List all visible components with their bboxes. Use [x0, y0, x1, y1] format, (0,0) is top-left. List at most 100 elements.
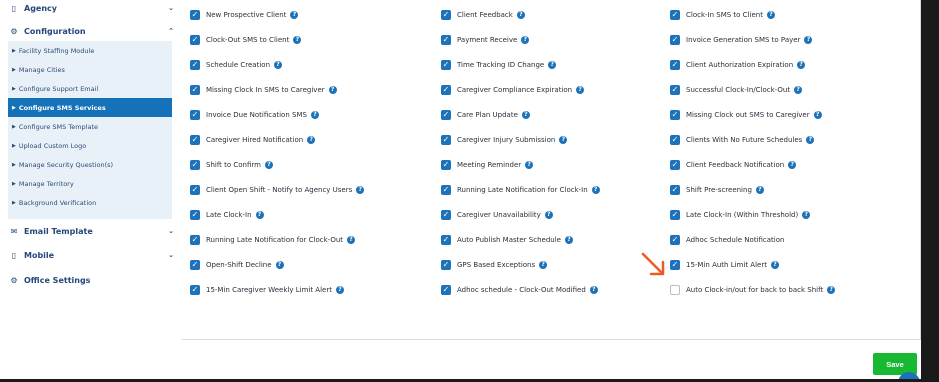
sms-option-col3-2[interactable]: ✓ Client Authorization Expiration?	[670, 60, 806, 70]
checkbox[interactable]: ✓	[441, 10, 451, 20]
checkbox[interactable]: ✓	[190, 210, 200, 220]
sms-option-col2-7[interactable]: ✓ Running Late Notification for Clock-In?	[441, 185, 600, 195]
checkbox[interactable]: ✓	[190, 10, 200, 20]
help-icon[interactable]: ?	[770, 261, 779, 269]
sms-option-col2-6[interactable]: ✓ Meeting Reminder?	[441, 160, 534, 170]
sms-option-col1-6[interactable]: ✓ Shift to Confirm?	[190, 160, 273, 170]
sms-option-col3-10[interactable]: ✓ 15-Min Auth Limit Alert?	[670, 260, 779, 270]
sms-option-col1-1[interactable]: ✓ Clock-Out SMS to Client?	[190, 35, 302, 45]
help-icon[interactable]: ?	[274, 61, 283, 69]
checkbox[interactable]: ✓	[190, 85, 200, 95]
checkbox[interactable]: ✓	[441, 85, 451, 95]
help-icon[interactable]: ?	[310, 111, 319, 119]
sms-option-col3-4[interactable]: ✓ Missing Clock out SMS to Caregiver?	[670, 110, 822, 120]
checkbox[interactable]	[670, 285, 680, 295]
checkbox[interactable]: ✓	[190, 285, 200, 295]
sidebar-item-sms-template[interactable]: ▶ Configure SMS Template	[8, 117, 172, 136]
help-icon[interactable]: ?	[788, 161, 797, 169]
checkbox[interactable]: ✓	[441, 110, 451, 120]
checkbox[interactable]: ✓	[670, 260, 680, 270]
help-icon[interactable]: ?	[813, 111, 822, 119]
sidebar-item-territory[interactable]: ▶ Manage Territory	[8, 174, 172, 193]
sms-option-col1-2[interactable]: ✓ Schedule Creation?	[190, 60, 283, 70]
help-icon[interactable]: ?	[794, 86, 803, 94]
help-icon[interactable]: ?	[525, 161, 534, 169]
sidebar-section-agency[interactable]: ▯ Agency ⌄	[8, 0, 180, 16]
sidebar-item-support-email[interactable]: ▶ Configure Support Email	[8, 79, 172, 98]
help-icon[interactable]: ?	[356, 186, 365, 194]
sidebar-item-sms-services[interactable]: ▶ Configure SMS Services	[8, 98, 172, 117]
sms-option-col2-8[interactable]: ✓ Caregiver Unavailability?	[441, 210, 553, 220]
checkbox[interactable]: ✓	[670, 160, 680, 170]
sms-option-col2-9[interactable]: ✓ Auto Publish Master Schedule?	[441, 235, 573, 245]
help-icon[interactable]: ?	[797, 61, 806, 69]
sidebar-item-background-verification[interactable]: ▶ Background Verification	[8, 193, 172, 212]
sms-option-col3-7[interactable]: ✓ Shift Pre-screening?	[670, 185, 764, 195]
help-icon[interactable]: ?	[591, 186, 600, 194]
sms-option-col2-4[interactable]: ✓ Care Plan Update?	[441, 110, 530, 120]
checkbox[interactable]: ✓	[441, 285, 451, 295]
checkbox[interactable]: ✓	[670, 235, 680, 245]
checkbox[interactable]: ✓	[190, 235, 200, 245]
help-icon[interactable]: ?	[589, 286, 598, 294]
sms-option-col2-3[interactable]: ✓ Caregiver Compliance Expiration?	[441, 85, 585, 95]
sidebar-section-mobile[interactable]: ▯ Mobile ⌄	[8, 246, 180, 264]
sms-option-col1-3[interactable]: ✓ Missing Clock In SMS to Caregiver?	[190, 85, 337, 95]
sms-option-col3-6[interactable]: ✓ Client Feedback Notification?	[670, 160, 797, 170]
sidebar-item-facility-staffing[interactable]: ▶ Facility Staffing Module	[8, 41, 172, 60]
sidebar-section-configuration[interactable]: ⚙ Configuration ⌃	[8, 22, 180, 40]
help-icon[interactable]: ?	[264, 161, 273, 169]
sms-option-col2-11[interactable]: ✓ Adhoc schedule - Clock-Out Modified?	[441, 285, 598, 295]
sms-option-col1-0[interactable]: ✓ New Prospective Client?	[190, 10, 299, 20]
checkbox[interactable]: ✓	[441, 60, 451, 70]
sms-option-col2-2[interactable]: ✓ Time Tracking ID Change?	[441, 60, 557, 70]
checkbox[interactable]: ✓	[190, 260, 200, 270]
help-icon[interactable]: ?	[521, 111, 530, 119]
sidebar-section-email-template[interactable]: ✉ Email Template ⌄	[8, 222, 180, 240]
checkbox[interactable]: ✓	[190, 35, 200, 45]
help-icon[interactable]: ?	[521, 36, 530, 44]
help-icon[interactable]: ?	[335, 286, 344, 294]
sms-option-col2-10[interactable]: ✓ GPS Based Exceptions?	[441, 260, 548, 270]
checkbox[interactable]: ✓	[670, 185, 680, 195]
sms-option-col1-5[interactable]: ✓ Caregiver Hired Notification?	[190, 135, 316, 145]
help-icon[interactable]: ?	[755, 186, 764, 194]
sms-option-col1-8[interactable]: ✓ Late Clock-In?	[190, 210, 264, 220]
sms-option-col1-9[interactable]: ✓ Running Late Notification for Clock-Out…	[190, 235, 356, 245]
sms-option-col1-7[interactable]: ✓ Client Open Shift - Notify to Agency Us…	[190, 185, 365, 195]
sms-option-col3-5[interactable]: ✓ Clients With No Future Schedules?	[670, 135, 815, 145]
help-icon[interactable]: ?	[328, 86, 337, 94]
sms-option-col3-1[interactable]: ✓ Invoice Generation SMS to Payer?	[670, 35, 813, 45]
sms-option-col1-4[interactable]: ✓ Invoice Due Notification SMS?	[190, 110, 319, 120]
checkbox[interactable]: ✓	[670, 210, 680, 220]
sms-option-col3-8[interactable]: ✓ Late Clock-In (Within Threshold)?	[670, 210, 811, 220]
help-icon[interactable]: ?	[564, 236, 573, 244]
checkbox[interactable]: ✓	[441, 135, 451, 145]
help-icon[interactable]: ?	[539, 261, 548, 269]
help-icon[interactable]: ?	[290, 11, 299, 19]
sms-option-col1-11[interactable]: ✓ 15-Min Caregiver Weekly Limit Alert?	[190, 285, 344, 295]
checkbox[interactable]: ✓	[670, 60, 680, 70]
sidebar-item-custom-logo[interactable]: ▶ Upload Custom Logo	[8, 136, 172, 155]
help-icon[interactable]: ?	[548, 61, 557, 69]
checkbox[interactable]: ✓	[441, 260, 451, 270]
checkbox[interactable]: ✓	[190, 110, 200, 120]
help-icon[interactable]: ?	[802, 211, 811, 219]
sidebar-section-office-settings[interactable]: ⚙ Office Settings	[8, 271, 180, 289]
help-icon[interactable]: ?	[804, 36, 813, 44]
help-icon[interactable]: ?	[806, 136, 815, 144]
checkbox[interactable]: ✓	[670, 135, 680, 145]
help-icon[interactable]: ?	[347, 236, 356, 244]
sms-option-col2-5[interactable]: ✓ Caregiver Injury Submission?	[441, 135, 568, 145]
checkbox[interactable]: ✓	[190, 160, 200, 170]
sidebar-item-security-questions[interactable]: ▶ Manage Security Question(s)	[8, 155, 172, 174]
sms-option-col3-9[interactable]: ✓ Adhoc Schedule Notification	[670, 235, 784, 245]
checkbox[interactable]: ✓	[190, 185, 200, 195]
sms-option-col3-3[interactable]: ✓ Successful Clock-In/Clock-Out?	[670, 85, 803, 95]
checkbox[interactable]: ✓	[441, 160, 451, 170]
help-icon[interactable]: ?	[827, 286, 836, 294]
checkbox[interactable]: ✓	[670, 85, 680, 95]
checkbox[interactable]: ✓	[441, 235, 451, 245]
checkbox[interactable]: ✓	[190, 60, 200, 70]
help-icon[interactable]: ?	[516, 11, 525, 19]
